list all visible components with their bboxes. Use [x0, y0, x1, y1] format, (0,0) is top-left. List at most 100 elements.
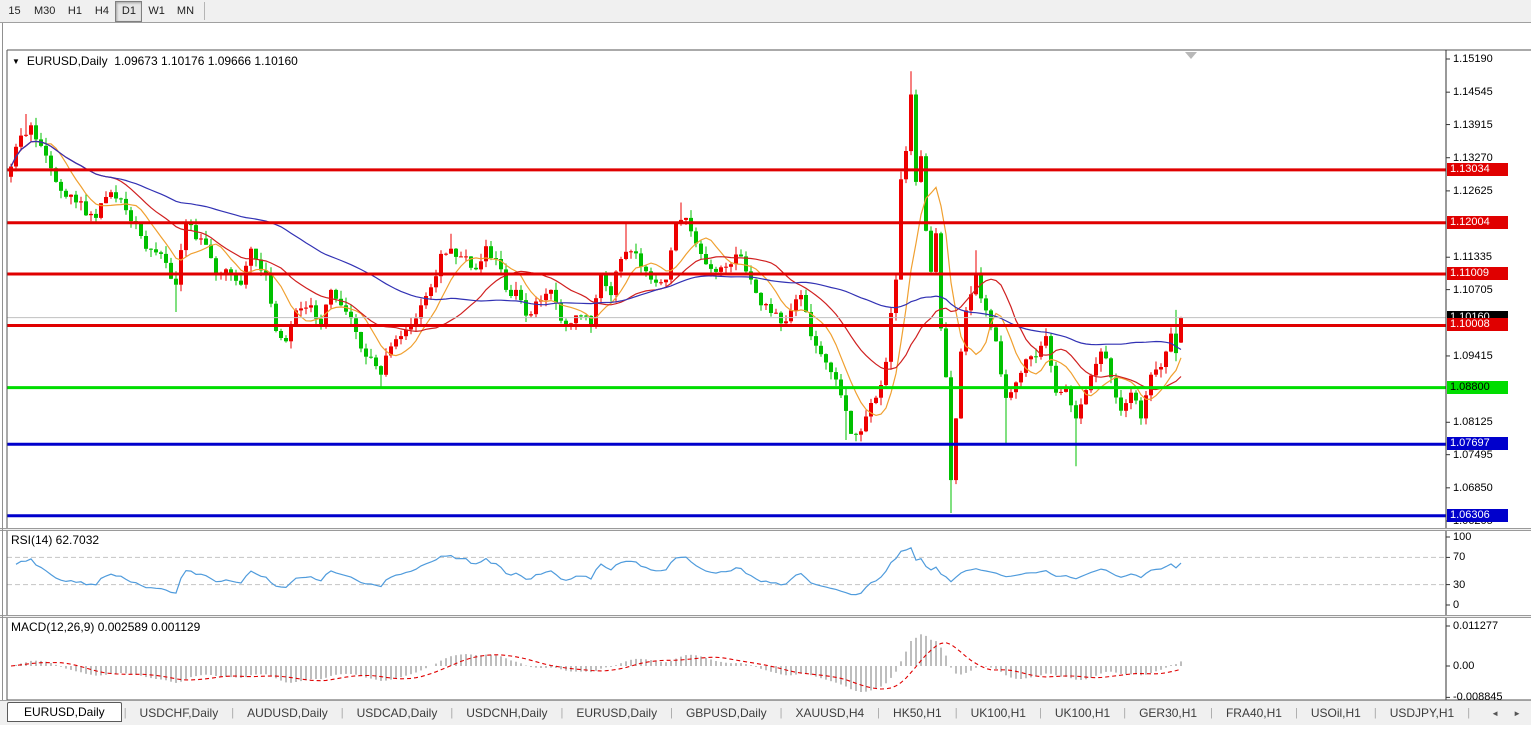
candle-body — [154, 249, 158, 252]
tab-gbpusd-daily[interactable]: GBPUSD,Daily — [673, 703, 780, 723]
candle-body — [1009, 392, 1013, 398]
tab-usdcad-daily[interactable]: USDCAD,Daily — [344, 703, 451, 723]
tab-xauusd-h4[interactable]: XAUUSD,H4 — [782, 703, 877, 723]
candle-body — [659, 282, 663, 283]
candle-body — [654, 280, 658, 283]
tab-uk100-h1[interactable]: UK100,H1 — [1042, 703, 1123, 723]
tab-uk100-h1[interactable]: UK100,H1 — [958, 703, 1039, 723]
candle-body — [1049, 336, 1053, 366]
tab-eurusd-daily[interactable]: EURUSD,Daily — [563, 703, 670, 723]
candle-body — [474, 268, 478, 270]
candle-body — [699, 244, 703, 254]
candle-body — [204, 239, 208, 245]
candle-body — [1019, 373, 1023, 383]
timeframe-button-h4[interactable]: H4 — [88, 1, 115, 22]
candle-body — [634, 251, 638, 253]
candle-body — [759, 293, 763, 305]
candle-body — [944, 328, 948, 377]
tab-eurusd-daily[interactable]: EURUSD,Daily — [7, 702, 122, 722]
timeframe-button-d1[interactable]: D1 — [115, 1, 142, 22]
candle-body — [729, 264, 733, 267]
tab-usdjpy-h1[interactable]: USDJPY,H1 — [1377, 703, 1467, 723]
candle-body — [179, 250, 183, 285]
chart-window: ▼EURUSD,Daily 1.09673 1.10176 1.09666 1.… — [0, 23, 1531, 700]
candle-body — [624, 252, 628, 259]
candle-body — [34, 125, 38, 139]
candle-body — [954, 418, 958, 480]
candle-body — [629, 251, 633, 252]
candle-body — [1179, 318, 1183, 343]
candle-body — [1044, 336, 1048, 346]
candle-body — [484, 246, 488, 261]
chart-canvas[interactable] — [0, 23, 1531, 748]
candle-body — [174, 279, 178, 285]
candle-body — [444, 254, 448, 255]
candle-body — [709, 264, 713, 269]
tab-audusd-daily[interactable]: AUDUSD,Daily — [234, 703, 341, 723]
candle-body — [909, 95, 913, 152]
candle-body — [829, 363, 833, 373]
tab-ger30-h1[interactable]: GER30,H1 — [1126, 703, 1210, 723]
tab-usoil-h1[interactable]: USOil,H1 — [1298, 703, 1374, 723]
tabs-scroll-right-icon[interactable]: ► — [1513, 709, 1521, 718]
tab-fra40-h1[interactable]: FRA40,H1 — [1213, 703, 1295, 723]
candle-body — [1149, 375, 1153, 396]
macd-signal-line — [11, 643, 1181, 689]
candle-body — [719, 267, 723, 272]
candle-body — [579, 315, 583, 316]
candle-body — [509, 290, 513, 296]
macd-panel-splitter[interactable] — [0, 615, 1531, 618]
candle-body — [904, 151, 908, 179]
candle-body — [24, 135, 28, 136]
candle-body — [164, 254, 168, 263]
candle-body — [379, 366, 383, 375]
timeframe-button-15[interactable]: 15 — [1, 1, 28, 22]
candle-body — [684, 218, 688, 220]
candle-body — [714, 269, 718, 272]
candle-body — [9, 167, 13, 177]
candle-body — [419, 305, 423, 318]
candle-body — [844, 395, 848, 411]
timeframe-button-m30[interactable]: M30 — [28, 1, 61, 22]
candle-body — [514, 290, 518, 296]
candle-body — [109, 192, 113, 197]
candle-body — [794, 299, 798, 310]
candle-body — [884, 362, 888, 385]
candle-body — [549, 290, 553, 294]
candle-body — [619, 259, 623, 272]
candle-body — [254, 249, 258, 260]
candle-body — [864, 417, 868, 432]
candle-body — [279, 331, 283, 338]
candle-body — [364, 349, 368, 357]
candle-body — [149, 249, 153, 250]
candle-body — [94, 214, 98, 218]
candle-body — [399, 336, 403, 339]
candle-body — [329, 290, 333, 305]
tab-usdchf-daily[interactable]: USDCHF,Daily — [127, 703, 232, 723]
rsi-panel-splitter[interactable] — [0, 528, 1531, 531]
candle-body — [664, 280, 668, 283]
candle-body — [934, 233, 938, 272]
candle-body — [1069, 388, 1073, 406]
tab-hk50-h1[interactable]: HK50,H1 — [880, 703, 955, 723]
candle-body — [159, 252, 163, 254]
timeframe-button-mn[interactable]: MN — [171, 1, 200, 22]
tab-dj30-h1[interactable]: DJ30,H1 — [1470, 703, 1481, 723]
candle-body — [764, 304, 768, 305]
candle-body — [789, 310, 793, 321]
candle-body — [859, 431, 863, 434]
toolbar-separator — [204, 2, 205, 20]
candle-body — [929, 231, 933, 272]
candle-body — [169, 263, 173, 279]
timeframe-button-w1[interactable]: W1 — [142, 1, 171, 22]
tabs-scroll-left-icon[interactable]: ◄ — [1491, 709, 1499, 718]
candle-body — [459, 256, 463, 257]
candle-body — [44, 146, 48, 156]
candle-body — [1094, 364, 1098, 376]
candle-body — [239, 281, 243, 285]
candle-body — [429, 287, 433, 296]
tab-usdcnh-daily[interactable]: USDCNH,Daily — [453, 703, 560, 723]
timeframe-button-h1[interactable]: H1 — [61, 1, 88, 22]
candle-body — [599, 274, 603, 298]
chart-shift-marker-icon[interactable] — [1185, 52, 1197, 59]
